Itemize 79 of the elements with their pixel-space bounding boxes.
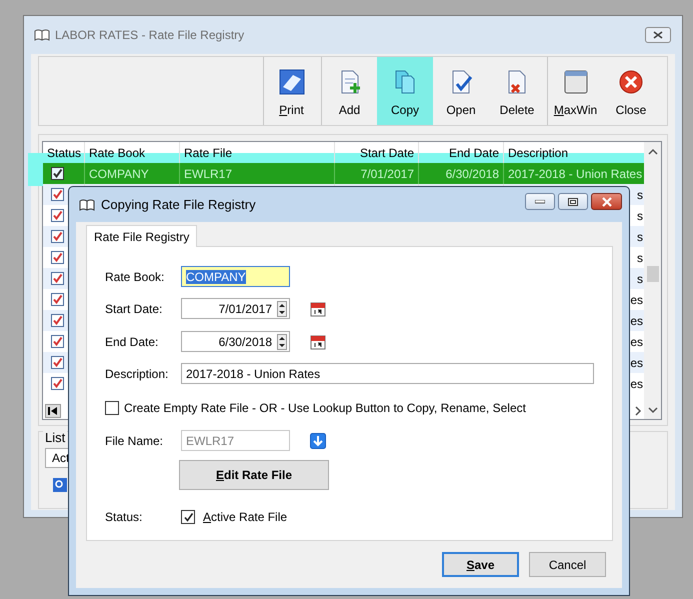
field-label: Description: [105,366,170,380]
window-title: LABOR RATES - Rate File Registry [55,28,244,42]
book-icon [34,29,50,41]
restore-button[interactable] [558,193,588,210]
calendar-icon[interactable] [310,300,326,316]
field-label: Start Date: [105,302,164,316]
book-icon [79,198,95,210]
spinner-icon[interactable] [277,300,287,316]
table-cell: es [630,334,643,348]
checkbox[interactable] [51,335,64,348]
field-label: Status: [105,510,144,524]
close-icon [618,69,644,95]
table-cell: s [637,188,643,202]
checkbox[interactable] [51,209,64,222]
window-icon [562,69,588,95]
checkbox[interactable] [51,293,64,306]
field-label: Rate Book: [105,270,166,284]
dialog-title: Copying Rate File Registry [101,197,256,212]
table-cell: es [630,376,643,390]
checkbox[interactable] [51,377,64,390]
table-cell: s [637,208,643,222]
table-cell: EWLR17 [184,166,232,180]
close-button[interactable]: Close [603,57,659,125]
date-field[interactable]: 6/30/2018 [181,331,290,352]
table-cell: 7/01/2017 [360,166,414,180]
table-cell: es [630,314,643,328]
checkbox[interactable] [51,356,64,369]
tab[interactable]: Rate File Registry [86,225,198,247]
vertical-scrollbar[interactable] [644,142,661,419]
table-cell: s [637,272,643,286]
arrow-down-icon[interactable] [310,432,326,448]
maxwin-button[interactable]: MaxWin [547,57,603,125]
open-button[interactable]: Open [433,57,489,125]
copy-button[interactable]: Copy [377,57,433,125]
checkbox[interactable] [51,230,64,243]
restore-icon [568,198,578,206]
edit-rate-file-button[interactable]: Edit Rate File [179,460,329,490]
table-cell: 6/30/2018 [446,166,499,180]
input-field[interactable]: COMPANY [181,266,290,287]
calendar-icon[interactable] [310,334,326,350]
close-icon [600,196,612,206]
spinner-icon[interactable] [277,334,287,350]
field-label: End Date: [105,334,160,348]
input-field[interactable]: 2017-2018 - Union Rates [181,363,594,384]
cancel-button[interactable]: Cancel [529,552,606,577]
save-button[interactable]: Save [442,552,519,577]
checkbox[interactable] [51,167,64,180]
close-button[interactable] [645,27,671,43]
table-cell: COMPANY [89,166,149,180]
date-field[interactable]: 7/01/2017 [181,298,290,319]
table-cell: 2017-2018 - Union Rates [508,166,642,180]
table-cell: es [630,292,643,306]
checkbox[interactable] [51,188,64,201]
column-header[interactable]: Description [504,142,644,163]
chevron-up-icon[interactable] [648,148,658,156]
scroll-thumb[interactable] [646,266,658,282]
delete-button[interactable]: Delete [489,57,545,125]
first-record-icon[interactable] [45,404,61,418]
print-button[interactable]: Print [263,57,319,125]
minimize-icon [535,200,545,204]
checkbox[interactable] [51,272,64,285]
table-cell: s [637,250,643,264]
chevron-down-icon[interactable] [648,406,658,414]
checkbox[interactable] [105,401,119,415]
checkbox[interactable] [181,510,195,524]
search-icon[interactable] [53,478,67,492]
checkbox[interactable] [51,314,64,327]
field-label: File Name: [105,434,164,448]
group-label: List [43,430,68,445]
table-cell: es [630,356,643,370]
close-icon [653,31,663,39]
minimize-button[interactable] [525,193,555,210]
picture-icon [278,69,304,95]
checkbox-label: Active Rate File [203,510,288,524]
table-cell: s [637,230,643,244]
chevron-right-icon[interactable] [634,406,642,416]
checkbox[interactable] [51,251,64,264]
close-button[interactable] [591,193,622,210]
checkbox-label: Create Empty Rate File - OR - Use Lookup Button to Copy, Rename, Select [124,401,526,415]
